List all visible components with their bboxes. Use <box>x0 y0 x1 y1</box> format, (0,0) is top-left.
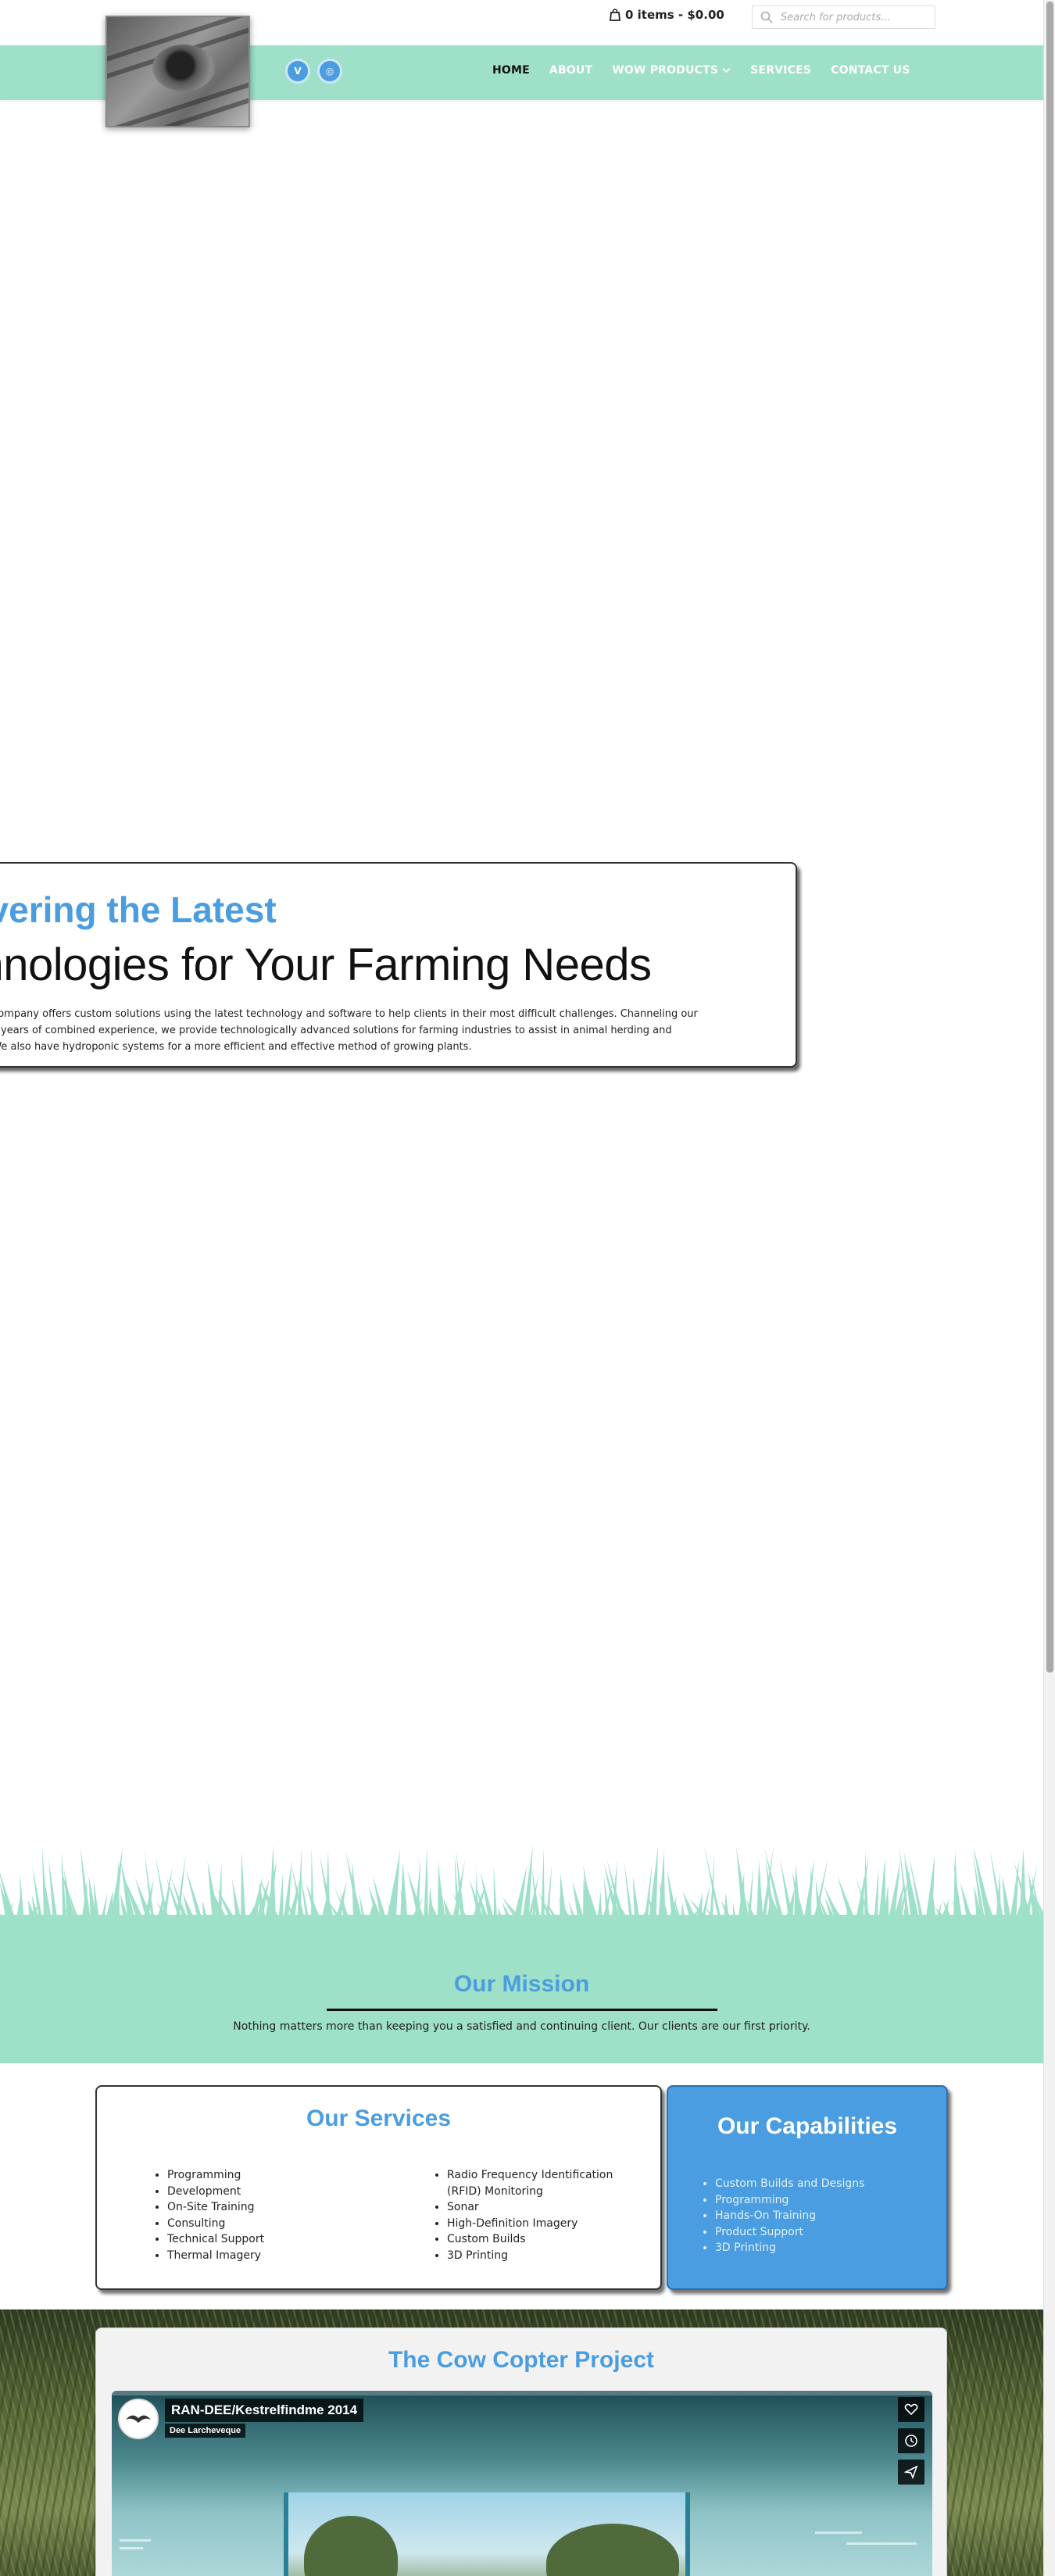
list-item: Hands-On Training <box>715 2208 864 2224</box>
services-title: Our Services <box>306 2106 452 2131</box>
grass-blade <box>232 1879 242 1923</box>
cart-label: 0 items - $0.00 <box>625 8 724 22</box>
search-input[interactable] <box>781 11 921 23</box>
video-title[interactable]: RAN-DEE/Kestrelfindme 2014 <box>165 2399 364 2422</box>
grass-blade <box>732 1901 737 1923</box>
mission-title: Our Mission <box>453 1971 590 1997</box>
list-item: Custom Builds <box>447 2231 636 2248</box>
shopping-bag-icon <box>610 9 620 21</box>
channel-avatar[interactable] <box>118 2399 159 2439</box>
like-button[interactable] <box>898 2397 924 2422</box>
nav-about[interactable]: ABOUT <box>549 64 592 77</box>
hero-body: ee Company offers custom solutions using… <box>0 1006 775 1055</box>
video-thumbnail <box>284 2492 690 2576</box>
grass-blade <box>1002 1875 1012 1923</box>
heart-icon <box>904 2403 918 2416</box>
vimeo-link[interactable]: V <box>285 59 310 84</box>
list-item: High-Definition Imagery <box>447 2216 636 2232</box>
grass-blade <box>241 1850 246 1923</box>
capabilities-title: Our Capabilities <box>717 2113 898 2139</box>
hero-body-line: ee Company offers custom solutions using… <box>0 1008 698 1020</box>
nav-about-label: ABOUT <box>549 64 593 77</box>
nav-services[interactable]: SERVICES <box>750 64 811 77</box>
nav-contact-label: CONTACT US <box>831 64 910 77</box>
nav-services-label: SERVICES <box>750 64 812 77</box>
hero-body-line: re. We also have hydroponic systems for … <box>0 1041 472 1053</box>
hud-line <box>120 2539 151 2542</box>
list-item: Radio Frequency Identification (RFID) Mo… <box>447 2167 636 2199</box>
grass-blade <box>541 1848 545 1923</box>
list-item: Programming <box>715 2192 864 2209</box>
services-card: Our Services Programming Development On-… <box>95 2085 662 2290</box>
nav-home-label: HOME <box>492 64 530 77</box>
grass-blade <box>624 1862 634 1923</box>
instagram-icon: ◎ <box>325 66 334 77</box>
mission-divider <box>327 2009 717 2011</box>
send-icon <box>904 2465 918 2479</box>
grass-blade <box>632 1876 641 1923</box>
hud-line <box>815 2531 862 2534</box>
vimeo-icon: V <box>294 66 302 77</box>
hero-body-line: n 40 years of combined experience, we pr… <box>0 1025 672 1036</box>
video-top-strip <box>112 2391 932 2395</box>
thumbnail-tree <box>546 2524 679 2576</box>
hud-line <box>846 2542 917 2545</box>
list-item: Technical Support <box>167 2231 264 2248</box>
watch-later-button[interactable] <box>898 2428 924 2453</box>
primary-navigation: HOME ABOUT WOW PRODUCTS SERVICES CONTACT… <box>492 64 910 77</box>
thumbnail-tree <box>304 2516 398 2576</box>
grass-blade <box>681 1901 686 1923</box>
capabilities-card: Our Capabilities Custom Builds and Desig… <box>667 2085 948 2290</box>
clock-icon <box>905 2435 917 2447</box>
grass-blade <box>493 1866 498 1923</box>
grass-blade <box>498 1906 504 1923</box>
page-scrollbar[interactable] <box>1043 0 1055 2576</box>
grass-blade <box>202 1900 209 1923</box>
list-item: Sonar <box>447 2199 636 2216</box>
logo-eye-image <box>152 45 215 91</box>
nav-wow-products[interactable]: WOW PRODUCTS <box>612 64 731 77</box>
grass-blade <box>20 1872 25 1923</box>
list-item: Custom Builds and Designs <box>715 2176 864 2192</box>
grass-blade <box>597 1891 603 1923</box>
list-item: 3D Printing <box>447 2248 636 2264</box>
video-player[interactable]: RAN-DEE/Kestrelfindme 2014 Dee Larcheveq… <box>112 2391 932 2576</box>
hero-title: chnologies for Your Farming Needs <box>0 939 652 990</box>
hero-kicker: livering the Latest <box>0 889 277 930</box>
nav-contact-us[interactable]: CONTACT US <box>831 64 910 77</box>
capabilities-list: Custom Builds and Designs Programming Ha… <box>715 2176 864 2256</box>
grass-blade <box>780 1859 795 1923</box>
list-item: Development <box>167 2184 264 2200</box>
video-author[interactable]: Dee Larcheveque <box>165 2424 246 2438</box>
services-list-left: Programming Development On-Site Training… <box>153 2167 264 2263</box>
share-button[interactable] <box>898 2460 924 2485</box>
cow-copter-card: The Cow Copter Project RAN-DEE/Kestrelfi… <box>95 2327 947 2576</box>
list-item: Consulting <box>167 2216 264 2232</box>
list-item: Product Support <box>715 2224 864 2241</box>
mission-text: Nothing matters more than keeping you a … <box>233 2020 810 2033</box>
chevron-down-icon <box>722 67 731 73</box>
nav-home[interactable]: HOME <box>492 64 530 77</box>
grass-blade <box>424 1847 429 1923</box>
grass-blade <box>756 1859 764 1923</box>
instagram-link[interactable]: ◎ <box>317 59 342 84</box>
hud-line <box>120 2547 143 2549</box>
project-title: The Cow Copter Project <box>388 2347 655 2373</box>
site-logo[interactable] <box>106 16 250 127</box>
search-icon <box>760 11 773 23</box>
grass-blade <box>736 1848 750 1923</box>
services-list-right: Radio Frequency Identification (RFID) Mo… <box>433 2167 636 2263</box>
grass-blade <box>874 1867 879 1923</box>
scrollbar-thumb[interactable] <box>1046 2 1053 1673</box>
hero-card: livering the Latest chnologies for Your … <box>0 862 797 1068</box>
list-item: On-Site Training <box>167 2199 264 2216</box>
list-item: Programming <box>167 2167 264 2184</box>
bird-logo-icon <box>126 2415 151 2423</box>
cart-summary[interactable]: 0 items - $0.00 <box>610 8 724 22</box>
list-item: 3D Printing <box>715 2240 864 2256</box>
nav-wow-products-label: WOW PRODUCTS <box>612 64 719 77</box>
grass-blade <box>278 1872 284 1923</box>
list-item: Thermal Imagery <box>167 2248 264 2264</box>
product-search[interactable] <box>752 5 935 29</box>
